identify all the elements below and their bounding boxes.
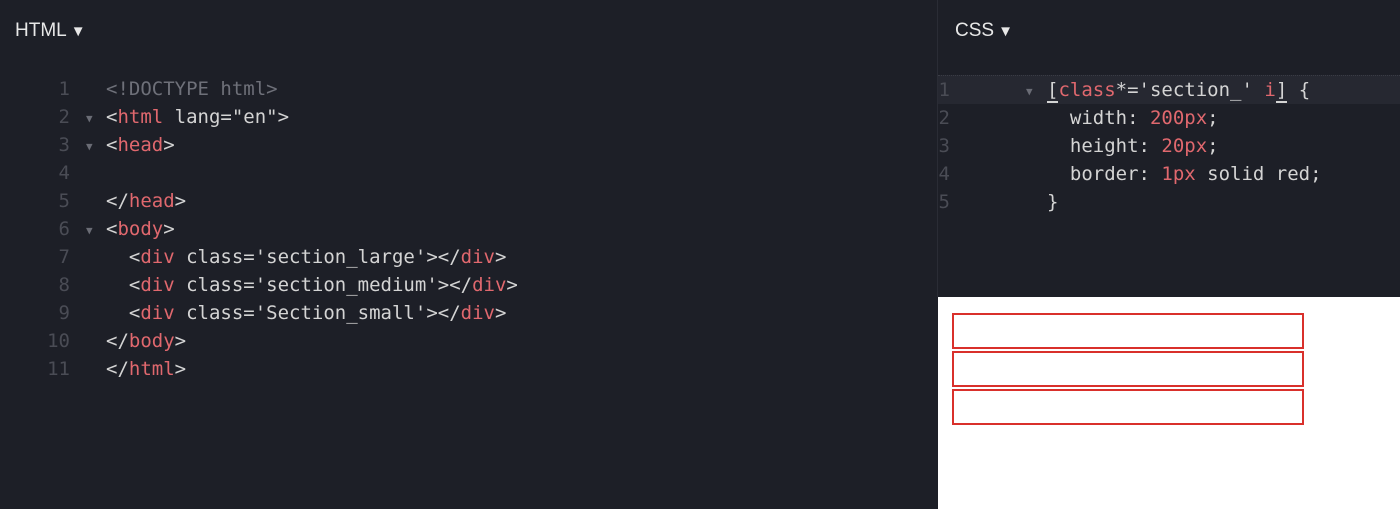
code-text[interactable]: [class*='section_' i] { xyxy=(1047,76,1310,104)
line-number: 4 xyxy=(58,162,70,184)
html-code-editor[interactable]: 1 <!DOCTYPE html> 2 ▼ <html lang="en"> 3 ▼ <hea… xyxy=(0,75,937,383)
html-editor-pane[interactable]: HTML ▼ 1 <!DOCTYPE html> 2 ▼ <html lang="en">… xyxy=(0,0,937,509)
code-line[interactable]: 7 <div class='section_large'></div> xyxy=(0,243,937,271)
code-line[interactable]: 3 ▼ <head> xyxy=(0,131,937,159)
code-text[interactable]: <head> xyxy=(106,131,175,159)
line-number: 2 xyxy=(938,107,950,129)
line-number: 1 xyxy=(938,79,950,101)
code-line[interactable]: 2 width: 200px; xyxy=(938,104,1400,132)
code-line[interactable]: 5 </head> xyxy=(0,187,937,215)
code-line[interactable]: 1 ▼ [class*='section_' i] { xyxy=(938,75,1400,104)
css-pane-title[interactable]: CSS ▼ xyxy=(955,20,1013,42)
line-number: 2 xyxy=(58,106,70,128)
code-line[interactable]: 1 <!DOCTYPE html> xyxy=(0,75,937,103)
code-text[interactable]: <div class='section_large'></div> xyxy=(106,243,507,271)
html-title-label: HTML xyxy=(15,20,67,41)
code-text[interactable]: } xyxy=(1047,188,1058,216)
code-text[interactable]: <div class='Section_small'></div> xyxy=(106,299,507,327)
code-line[interactable]: 4 xyxy=(0,159,937,187)
code-text[interactable]: border: 1px solid red; xyxy=(1047,160,1322,188)
rendered-section-box xyxy=(952,351,1304,387)
rendered-section-box xyxy=(952,389,1304,425)
line-number: 4 xyxy=(938,163,950,185)
line-number: 10 xyxy=(47,330,70,352)
line-number: 6 xyxy=(58,218,70,240)
rendered-section-box xyxy=(952,313,1304,349)
code-line[interactable]: 10 </body> xyxy=(0,327,937,355)
code-text[interactable]: <body> xyxy=(106,215,175,243)
css-editor-pane[interactable]: CSS ▼ 1 ▼ [class*='section_' i] {2 width: 2… xyxy=(938,0,1400,297)
css-code-editor[interactable]: 1 ▼ [class*='section_' i] {2 width: 200px;… xyxy=(938,75,1400,216)
fold-toggle-icon[interactable]: ▼ xyxy=(86,133,93,161)
line-number: 3 xyxy=(938,135,950,157)
line-number: 11 xyxy=(47,358,70,380)
line-number: 5 xyxy=(938,191,950,213)
code-line[interactable]: 9 <div class='Section_small'></div> xyxy=(0,299,937,327)
code-text[interactable]: </body> xyxy=(106,327,186,355)
line-number: 8 xyxy=(58,274,70,296)
code-text[interactable]: </head> xyxy=(106,187,186,215)
code-line[interactable]: 6 ▼ <body> xyxy=(0,215,937,243)
code-text[interactable]: <html lang="en"> xyxy=(106,103,289,131)
html-pane-title[interactable]: HTML ▼ xyxy=(15,20,86,42)
line-number: 3 xyxy=(58,134,70,156)
line-number: 5 xyxy=(58,190,70,212)
code-line[interactable]: 4 border: 1px solid red; xyxy=(938,160,1400,188)
code-line[interactable]: 5} xyxy=(938,188,1400,216)
css-title-label: CSS xyxy=(955,20,995,41)
line-number: 9 xyxy=(58,302,70,324)
code-text[interactable]: <div class='section_medium'></div> xyxy=(106,271,518,299)
code-line[interactable]: 3 height: 20px; xyxy=(938,132,1400,160)
fold-toggle-icon[interactable]: ▼ xyxy=(1026,78,1033,106)
code-text[interactable]: height: 20px; xyxy=(1047,132,1219,160)
line-number: 7 xyxy=(58,246,70,268)
line-number: 1 xyxy=(58,78,70,100)
fold-toggle-icon[interactable]: ▼ xyxy=(86,217,93,245)
code-line[interactable]: 11 </html> xyxy=(0,355,937,383)
code-text[interactable]: </html> xyxy=(106,355,186,383)
chevron-down-icon[interactable]: ▼ xyxy=(998,23,1013,40)
result-preview[interactable] xyxy=(938,297,1400,509)
fold-toggle-icon[interactable]: ▼ xyxy=(86,105,93,133)
code-text[interactable]: <!DOCTYPE html> xyxy=(106,75,278,103)
code-text[interactable]: width: 200px; xyxy=(1047,104,1219,132)
code-line[interactable]: 8 <div class='section_medium'></div> xyxy=(0,271,937,299)
chevron-down-icon[interactable]: ▼ xyxy=(71,23,86,40)
code-line[interactable]: 2 ▼ <html lang="en"> xyxy=(0,103,937,131)
